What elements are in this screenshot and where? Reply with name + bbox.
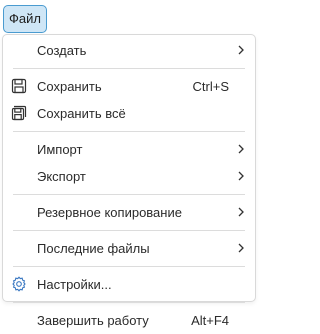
menu-item-save-all-label: Сохранить всё [37, 106, 126, 121]
gear-icon [11, 276, 27, 292]
menu-item-settings-label: Настройки... [37, 277, 112, 292]
menu-item-export-label: Экспорт [37, 169, 86, 184]
menu-item-create[interactable]: Создать [3, 37, 255, 64]
menu-item-import-label: Импорт [37, 142, 83, 157]
menu-item-exit-shortcut: Alt+F4 [191, 313, 229, 328]
menu-item-save-all[interactable]: Сохранить всё [3, 100, 255, 127]
floppy-disk-icon [11, 78, 27, 94]
menu-item-create-label: Создать [37, 43, 87, 58]
menu-separator [13, 266, 245, 267]
menu-item-backup-label: Резервное копирование [37, 205, 182, 220]
menu-item-exit[interactable]: Завершить работу Alt+F4 [3, 307, 255, 334]
menu-item-save-label: Сохранить [37, 79, 102, 94]
file-menu-button[interactable]: Файл [3, 5, 47, 33]
menu-item-import[interactable]: Импорт [3, 136, 255, 163]
menu-separator [13, 68, 245, 69]
menu-item-save-shortcut: Ctrl+S [192, 79, 229, 94]
multiple-floppy-disks-icon [11, 105, 27, 121]
menu-separator [13, 302, 245, 303]
menu-separator [13, 194, 245, 195]
chevron-right-icon [238, 144, 244, 154]
chevron-right-icon [238, 243, 244, 253]
chevron-right-icon [238, 207, 244, 217]
menu-item-settings[interactable]: Настройки... [3, 271, 255, 298]
chevron-right-icon [238, 45, 244, 55]
menu-item-exit-label: Завершить работу [37, 313, 149, 328]
file-dropdown-menu: Создать Сохранить Ctrl+S Сохранить всё И… [2, 34, 256, 328]
menu-item-recent-files[interactable]: Последние файлы [3, 235, 255, 262]
menu-item-backup[interactable]: Резервное копирование [3, 199, 255, 226]
menu-item-recent-files-label: Последние файлы [37, 241, 150, 256]
menu-item-export[interactable]: Экспорт [3, 163, 255, 190]
menu-separator [13, 230, 245, 231]
menu-separator [13, 131, 245, 132]
chevron-right-icon [238, 171, 244, 181]
menu-item-save[interactable]: Сохранить Ctrl+S [3, 73, 255, 100]
